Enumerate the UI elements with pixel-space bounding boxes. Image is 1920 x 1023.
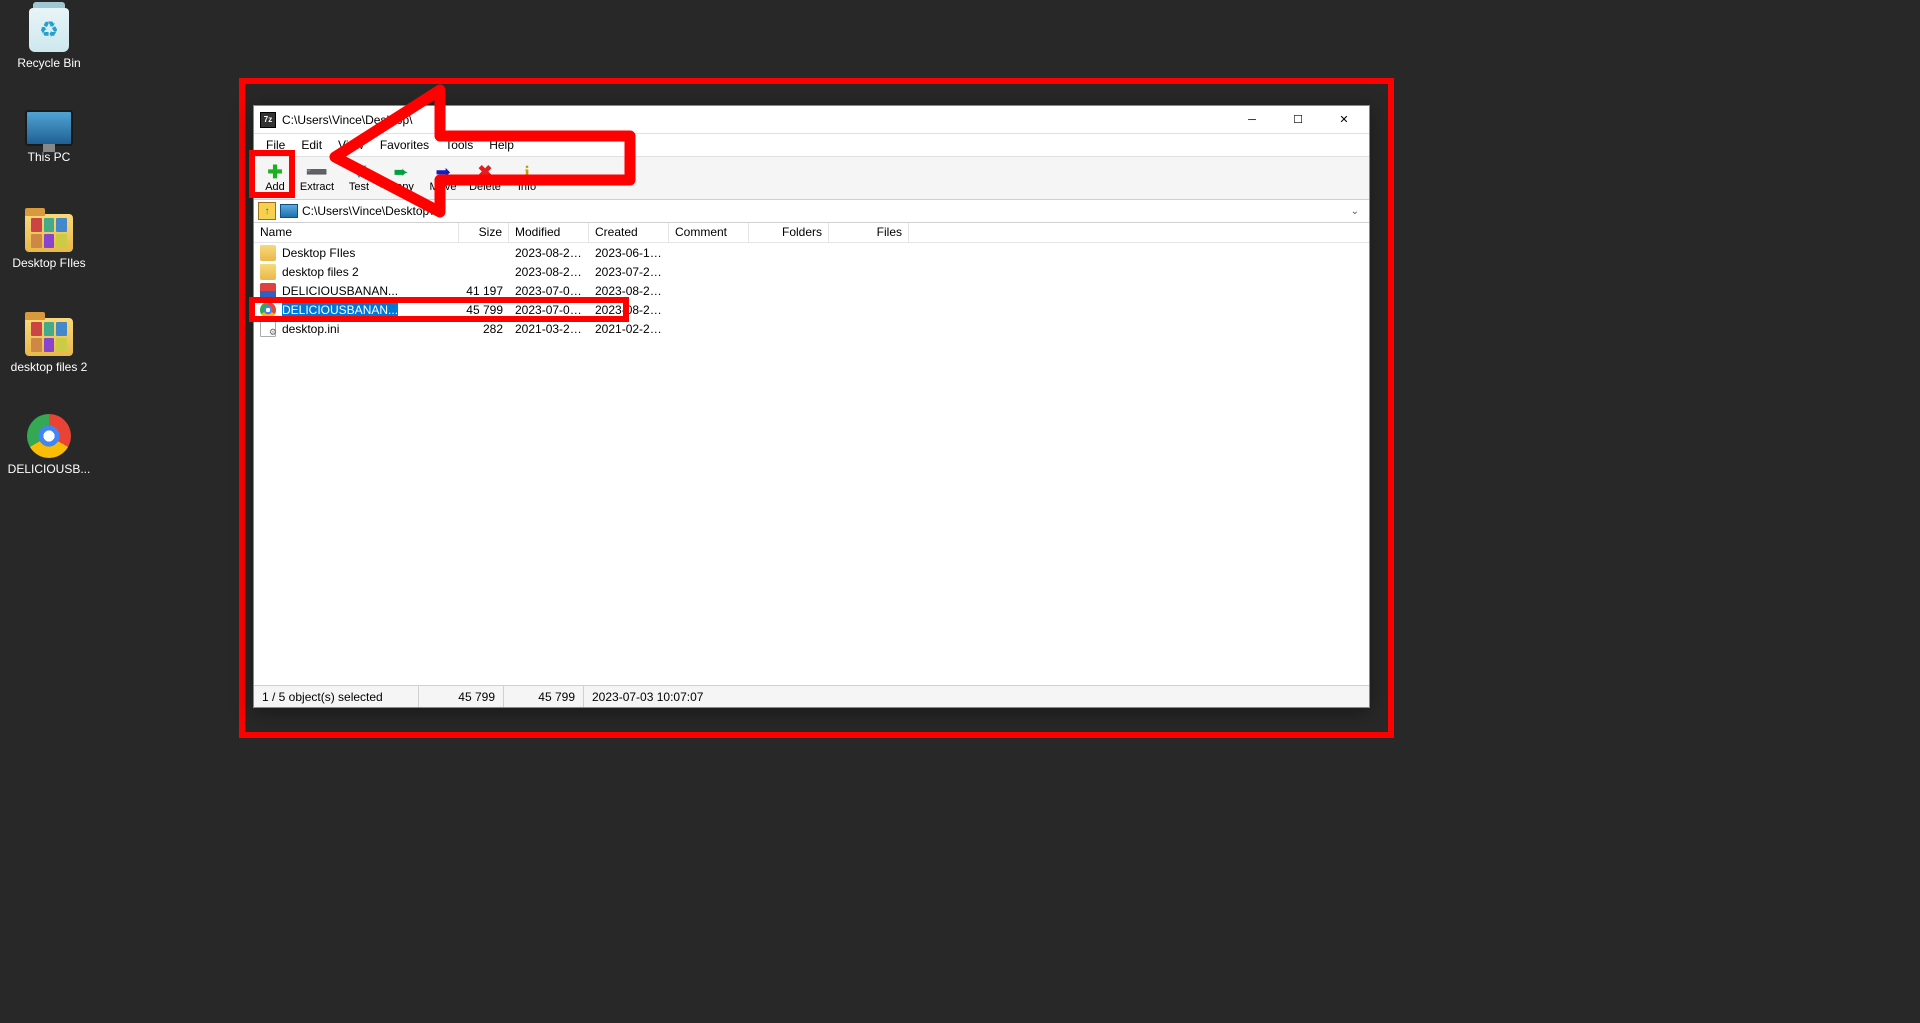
file-size: 282 bbox=[459, 322, 509, 336]
column-header-created[interactable]: Created bbox=[589, 223, 669, 242]
toolbar: ✚Add➖Extract⧩Test➨Copy➡Move✖DeleteiInfo bbox=[254, 156, 1369, 200]
column-header-modified[interactable]: Modified bbox=[509, 223, 589, 242]
column-header-files[interactable]: Files bbox=[829, 223, 909, 242]
info-button[interactable]: iInfo bbox=[506, 157, 548, 199]
copy-button[interactable]: ➨Copy bbox=[380, 157, 422, 199]
file-created: 2023-08-28... bbox=[589, 284, 669, 298]
drive-icon bbox=[280, 204, 298, 218]
delete-button-icon: ✖ bbox=[477, 163, 492, 181]
file-type-icon bbox=[260, 321, 276, 337]
folder-icon bbox=[25, 318, 73, 356]
status-size1: 45 799 bbox=[419, 686, 504, 707]
menu-tools[interactable]: Tools bbox=[437, 136, 481, 154]
move-button-icon: ➡ bbox=[435, 163, 450, 181]
column-header-size[interactable]: Size bbox=[459, 223, 509, 242]
desktop-icon-label: DELICIOUSB... bbox=[4, 462, 94, 476]
extract-button[interactable]: ➖Extract bbox=[296, 157, 338, 199]
file-name: desktop files 2 bbox=[282, 265, 359, 279]
file-name: DELICIOUSBANAN... bbox=[282, 284, 398, 298]
toolbar-label: Delete bbox=[469, 181, 501, 193]
file-name: desktop.ini bbox=[282, 322, 339, 336]
file-created: 2021-02-28... bbox=[589, 322, 669, 336]
status-size2: 45 799 bbox=[504, 686, 584, 707]
desktop-icon-this-pc[interactable]: This PC bbox=[4, 110, 94, 164]
toolbar-label: Info bbox=[518, 181, 536, 193]
copy-button-icon: ➨ bbox=[393, 163, 408, 181]
maximize-button[interactable]: ☐ bbox=[1275, 106, 1321, 134]
toolbar-label: Test bbox=[349, 181, 369, 193]
file-name: Desktop FIles bbox=[282, 246, 355, 260]
menubar: FileEditViewFavoritesToolsHelp bbox=[254, 134, 1369, 156]
list-header: NameSizeModifiedCreatedCommentFoldersFil… bbox=[254, 223, 1369, 243]
up-icon[interactable]: ↑ bbox=[258, 202, 276, 220]
status-datetime: 2023-07-03 10:07:07 bbox=[584, 686, 1369, 707]
annotation-add-box bbox=[249, 150, 295, 198]
move-button[interactable]: ➡Move bbox=[422, 157, 464, 199]
file-size: 41 197 bbox=[459, 284, 509, 298]
desktop-icon-desktop-files[interactable]: Desktop FIles bbox=[4, 214, 94, 270]
column-header-name[interactable]: Name bbox=[254, 223, 459, 242]
titlebar[interactable]: 7z C:\Users\Vince\Desktop\ ─ ☐ ✕ bbox=[254, 106, 1369, 134]
delete-button[interactable]: ✖Delete bbox=[464, 157, 506, 199]
app-icon: 7z bbox=[260, 112, 276, 128]
desktop-icon-label: This PC bbox=[4, 150, 94, 164]
file-created: 2023-07-26... bbox=[589, 265, 669, 279]
file-modified: 2023-08-27... bbox=[509, 246, 589, 260]
info-button-icon: i bbox=[524, 163, 529, 181]
menu-favorites[interactable]: Favorites bbox=[372, 136, 437, 154]
close-button[interactable]: ✕ bbox=[1321, 106, 1367, 134]
desktop-icon-label: desktop files 2 bbox=[4, 360, 94, 374]
menu-edit[interactable]: Edit bbox=[293, 136, 330, 154]
desktop-icon-recycle-bin[interactable]: Recycle Bin bbox=[4, 8, 94, 70]
file-modified: 2023-07-03... bbox=[509, 284, 589, 298]
toolbar-label: Copy bbox=[388, 181, 414, 193]
annotation-row-box bbox=[249, 297, 629, 322]
window-title: C:\Users\Vince\Desktop\ bbox=[282, 113, 1229, 127]
minimize-button[interactable]: ─ bbox=[1229, 106, 1275, 134]
toolbar-label: Move bbox=[430, 181, 457, 193]
desktop-icon-deliciousb-[interactable]: DELICIOUSB... bbox=[4, 414, 94, 476]
folder-icon bbox=[25, 214, 73, 252]
pathbar: ↑ ⌄ bbox=[254, 200, 1369, 223]
file-modified: 2021-03-29... bbox=[509, 322, 589, 336]
path-dropdown-icon[interactable]: ⌄ bbox=[1345, 206, 1365, 217]
file-type-icon bbox=[260, 245, 276, 261]
file-modified: 2023-08-28... bbox=[509, 265, 589, 279]
file-row[interactable]: desktop files 2 2023-08-28...2023-07-26..… bbox=[254, 262, 1369, 281]
column-header-folders[interactable]: Folders bbox=[749, 223, 829, 242]
test-button-icon: ⧩ bbox=[351, 163, 367, 181]
statusbar: 1 / 5 object(s) selected 45 799 45 799 2… bbox=[254, 685, 1369, 707]
status-selection: 1 / 5 object(s) selected bbox=[254, 686, 419, 707]
file-created: 2023-06-14... bbox=[589, 246, 669, 260]
extract-button-icon: ➖ bbox=[306, 163, 328, 181]
column-header-comment[interactable]: Comment bbox=[669, 223, 749, 242]
file-row[interactable]: Desktop FIles 2023-08-27...2023-06-14... bbox=[254, 243, 1369, 262]
menu-view[interactable]: View bbox=[330, 136, 372, 154]
desktop-icon-label: Desktop FIles bbox=[4, 256, 94, 270]
path-input[interactable] bbox=[302, 204, 1341, 218]
chrome-icon bbox=[27, 414, 71, 458]
desktop-icon-desktop-files-2[interactable]: desktop files 2 bbox=[4, 318, 94, 374]
test-button[interactable]: ⧩Test bbox=[338, 157, 380, 199]
menu-help[interactable]: Help bbox=[481, 136, 522, 154]
recycle-bin-icon bbox=[29, 8, 69, 52]
toolbar-label: Extract bbox=[300, 181, 334, 193]
sevenzip-window: 7z C:\Users\Vince\Desktop\ ─ ☐ ✕ FileEdi… bbox=[253, 105, 1370, 708]
desktop-icon-label: Recycle Bin bbox=[4, 56, 94, 70]
this-pc-icon bbox=[25, 110, 73, 146]
file-type-icon bbox=[260, 264, 276, 280]
